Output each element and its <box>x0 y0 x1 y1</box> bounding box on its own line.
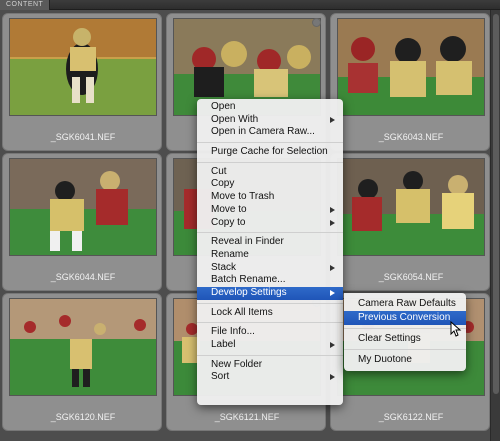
thumbnail-cell[interactable]: _SGK6043.NEF <box>330 13 490 151</box>
menu-item-open-with[interactable]: Open With <box>197 114 343 127</box>
menu-item-label: Develop Settings <box>211 286 287 298</box>
menu-item-stack[interactable]: Stack <box>197 262 343 275</box>
menu-item-label: File Info... <box>211 326 255 338</box>
menu-item-label: Lock All Items <box>211 306 273 318</box>
menu-item-label: Stack <box>211 261 237 273</box>
thumbnail-filename: _SGK6044.NEF <box>50 272 116 282</box>
menu-item-label: Move to Trash <box>211 191 275 203</box>
menu-item-label: Rename <box>211 248 249 260</box>
menu-separator <box>197 302 343 304</box>
menu-item-clear-settings[interactable]: Clear Settings <box>344 332 466 346</box>
menu-item-camera-raw-defaults[interactable]: Camera Raw Defaults <box>344 297 466 311</box>
menu-item-open-in-camera-raw[interactable]: Open in Camera Raw... <box>197 126 343 139</box>
submenu-arrow-icon <box>330 289 335 296</box>
menu-item-label: Open With <box>211 113 259 125</box>
menu-item-label: Open <box>211 101 236 112</box>
menu-item-my-duotone[interactable]: My Duotone <box>344 353 466 367</box>
menu-item-label: Previous Conversion <box>358 312 451 323</box>
menu-item-rename[interactable]: Rename <box>197 249 343 262</box>
menu-item-label: Clear Settings <box>358 333 421 344</box>
thumbnail-filename: _SGK6120.NEF <box>50 412 116 422</box>
menu-item-previous-conversion[interactable]: Previous Conversion <box>344 311 466 325</box>
menu-item-move-to-trash[interactable]: Move to Trash <box>197 191 343 204</box>
submenu-arrow-icon <box>330 264 335 271</box>
menu-item-batch-rename[interactable]: Batch Rename... <box>197 274 343 287</box>
context-menu: Open Open With Open in Camera Raw... Pur… <box>197 99 343 405</box>
thumbnail-filename: _SGK6054.NEF <box>378 272 444 282</box>
menu-item-copy[interactable]: Copy <box>197 178 343 191</box>
submenu-arrow-icon <box>330 206 335 213</box>
develop-settings-submenu: Camera Raw Defaults Previous Conversion … <box>344 293 466 371</box>
panel-tab-bar: CONTENT <box>0 0 500 10</box>
thumbnail-cell[interactable]: _SGK6054.NEF <box>330 153 490 291</box>
menu-item-develop-settings[interactable]: Develop Settings <box>197 286 343 300</box>
submenu-arrow-icon <box>330 116 335 123</box>
thumbnail-cell[interactable]: _SGK6041.NEF <box>2 13 162 151</box>
menu-item-purge-cache[interactable]: Purge Cache for Selection <box>197 146 343 159</box>
mouse-cursor-icon <box>450 321 462 337</box>
menu-item-copy-to[interactable]: Copy to <box>197 217 343 230</box>
submenu-arrow-icon <box>330 219 335 226</box>
rotate-icon[interactable] <box>312 18 321 27</box>
thumbnail-cell[interactable]: _SGK6044.NEF <box>2 153 162 291</box>
menu-item-label: Copy to <box>211 216 246 228</box>
thumbnail-filename: _SGK6043.NEF <box>378 132 444 142</box>
menu-item-cut[interactable]: Cut <box>197 166 343 179</box>
submenu-arrow-icon <box>330 342 335 348</box>
menu-item-label: Move to <box>211 203 247 215</box>
menu-item-file-info[interactable]: File Info... <box>197 326 343 339</box>
menu-item-label: Sort <box>211 371 230 383</box>
thumbnail-filename: _SGK6041.NEF <box>50 132 116 142</box>
menu-separator <box>197 322 343 324</box>
menu-item-lock-all-items[interactable]: Lock All Items <box>197 307 343 320</box>
thumbnail-cell[interactable]: _SGK6120.NEF <box>2 293 162 431</box>
thumbnail-filename: _SGK6121.NEF <box>214 412 280 422</box>
menu-item-label: Open in Camera Raw... <box>211 126 315 138</box>
menu-item-label: Purge Cache for Selection <box>211 146 328 158</box>
menu-separator <box>344 349 466 350</box>
menu-separator <box>197 142 343 144</box>
menu-separator <box>197 161 343 163</box>
menu-item-label: Cut <box>211 165 227 177</box>
menu-item-sort[interactable]: Sort <box>197 371 343 384</box>
scrollbar-thumb[interactable] <box>493 14 499 394</box>
menu-separator <box>197 232 343 234</box>
menu-separator <box>344 328 466 329</box>
menu-item-label: Copy <box>211 178 235 190</box>
menu-item-open[interactable]: Open <box>197 101 343 114</box>
menu-item-new-folder[interactable]: New Folder <box>197 359 343 372</box>
photo-thumbnail[interactable] <box>9 158 157 256</box>
vertical-scrollbar[interactable] <box>490 10 500 441</box>
menu-item-label: Camera Raw Defaults <box>358 298 456 309</box>
tab-content[interactable]: CONTENT <box>0 0 51 10</box>
photo-thumbnail[interactable] <box>337 18 485 116</box>
photo-thumbnail[interactable] <box>337 158 485 256</box>
menu-item-reveal-in-finder[interactable]: Reveal in Finder <box>197 236 343 249</box>
menu-item-move-to[interactable]: Move to <box>197 204 343 217</box>
photo-thumbnail[interactable] <box>9 298 157 396</box>
menu-item-label: My Duotone <box>358 354 412 365</box>
menu-item-label[interactable]: Label <box>197 339 343 352</box>
submenu-arrow-icon <box>330 374 335 381</box>
menu-item-label: Batch Rename... <box>211 274 286 286</box>
menu-item-label: New Folder <box>211 358 263 370</box>
menu-item-label: Reveal in Finder <box>211 236 284 248</box>
photo-thumbnail[interactable] <box>9 18 157 116</box>
thumbnail-filename: _SGK6122.NEF <box>378 412 444 422</box>
menu-separator <box>197 354 343 356</box>
menu-item-label-text: Label <box>211 339 236 350</box>
